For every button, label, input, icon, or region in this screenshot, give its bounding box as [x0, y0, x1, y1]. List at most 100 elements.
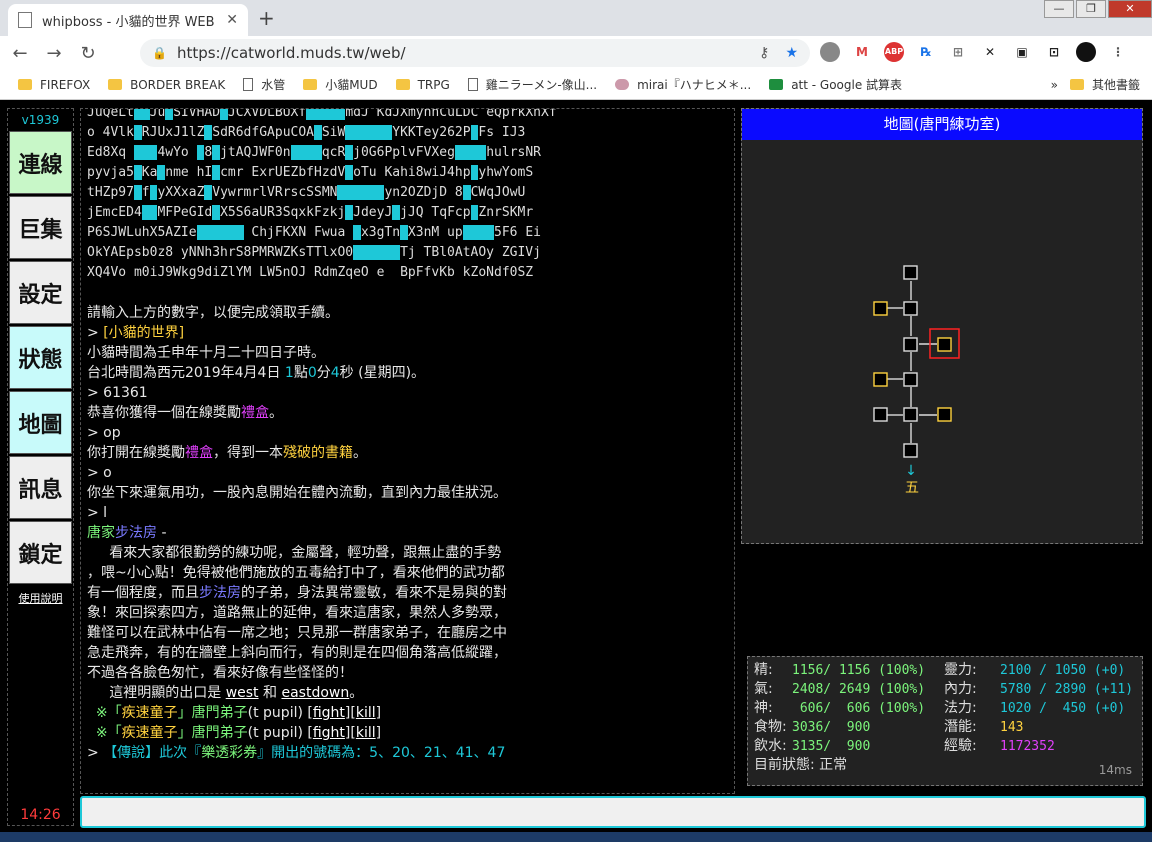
- bookmark-trpg[interactable]: TRPG: [395, 78, 450, 92]
- bookmark-border-break[interactable]: BORDER BREAK: [108, 78, 225, 92]
- down-exit-label: 五: [905, 480, 919, 496]
- console-line: 難怪可以在武林中佔有一席之地；只見那一群唐家弟子，在廳房之中: [87, 623, 734, 643]
- bookmark-firefox[interactable]: FIREFOX: [18, 78, 90, 92]
- command-input[interactable]: [82, 798, 1144, 826]
- restore-button[interactable]: ❐: [1076, 0, 1106, 18]
- minimize-button[interactable]: —: [1044, 0, 1074, 18]
- bookmark-catmud[interactable]: 小貓MUD: [303, 76, 378, 93]
- console-text: f: [141, 185, 150, 200]
- console-text: XQ4Vo m0iJ9Wkg9diZlYM LW5nOJ RdmZqeO e B…: [87, 265, 534, 280]
- x-extension-icon[interactable]: ✕: [980, 42, 1000, 62]
- forward-button[interactable]: →: [40, 43, 68, 64]
- browser-tab[interactable]: whipboss - 小貓的世界 WEB ✕: [8, 4, 248, 36]
- console-text: nme hI: [165, 165, 213, 180]
- stat-row: 飲水: 3135/ 900 經驗: 1172352: [754, 737, 1142, 756]
- sidebar-item-connect[interactable]: 連線: [9, 131, 72, 194]
- console-text: Ka: [141, 165, 158, 180]
- bookmark-ramen[interactable]: 雞ニラーメン-像山...: [467, 76, 597, 93]
- console-line: 請輸入上方的數字，以便完成領取手續。: [87, 303, 734, 323]
- console-text: 。: [349, 685, 364, 701]
- bookmark-mirai[interactable]: mirai『ハナヒメ＊...: [615, 76, 751, 93]
- url-text: https://catworld.muds.tw/web/: [176, 44, 406, 62]
- captcha-line: JuQeLt Ju SIVHAD JCXVDLBUXf mdJ KdJXmynn…: [87, 108, 734, 123]
- sidebar-item-settings[interactable]: 設定: [9, 261, 72, 324]
- console-text: SIVHAD: [173, 108, 221, 120]
- rx-extension-icon[interactable]: ℞: [916, 42, 936, 62]
- console-text: 1: [284, 365, 294, 381]
- bookmark-water[interactable]: 水管: [243, 76, 285, 93]
- adblock-extension-icon[interactable]: ABP: [884, 42, 904, 62]
- console-link[interactable]: fight: [313, 725, 345, 741]
- map-room: [903, 443, 918, 458]
- console-text: ChjFKXN Fwua: [243, 225, 354, 240]
- page-favicon-icon: [18, 12, 32, 28]
- sidebar-item-lock[interactable]: 鎖定: [9, 521, 72, 584]
- console-line: ※「疾速童子」唐門弟子(t pupil) [fight][kill]: [87, 703, 734, 723]
- console-text: [212, 145, 221, 160]
- profile-avatar[interactable]: [1076, 42, 1096, 62]
- console-text: Tj TBl0AtAOy ZGIVj: [400, 245, 541, 260]
- more-bookmarks-button[interactable]: »: [1051, 78, 1058, 92]
- extension-chat-icon[interactable]: [820, 42, 840, 62]
- console-text: yhwYomS: [478, 165, 534, 180]
- sidebar-item-macro[interactable]: 巨集: [9, 196, 72, 259]
- stat-label: 神:: [754, 700, 773, 716]
- sidebar-item-messages[interactable]: 訊息: [9, 456, 72, 519]
- other-bookmarks[interactable]: 其他書籤: [1069, 76, 1140, 93]
- help-link[interactable]: 使用說明: [8, 590, 73, 606]
- lock-icon: 🔒: [152, 46, 167, 60]
- console-text: ]: [375, 725, 382, 741]
- gmail-extension-icon[interactable]: M: [852, 42, 872, 62]
- console-text: [345, 125, 393, 140]
- console-line: 你坐下來運氣用功，一股內息開始在體內流動，直到內力最佳狀況。: [87, 483, 734, 503]
- console-line: 看來大家都很勤勞的練功呢，金屬聲，輕功聲，跟無止盡的手勢: [87, 543, 734, 563]
- console-line: 有一個程度，而且步法房的子弟，身法異常靈敏，看來不是易與的對: [87, 583, 734, 603]
- grid-extension-icon[interactable]: ⊞: [948, 42, 968, 62]
- console-text: 難怪可以在武林中佔有一席之地；只見那一群唐家弟子，在廳房之中: [87, 625, 507, 641]
- console-line: 你打開在線獎勵禮盒，得到一本殘破的書籍。: [87, 443, 734, 463]
- close-window-button[interactable]: ✕: [1108, 0, 1152, 18]
- media-extension-icon[interactable]: ▣: [1012, 42, 1032, 62]
- console-text: 不過各各臉色匆忙，看來好像有些怪怪的！: [87, 665, 353, 681]
- key-icon[interactable]: ⚷: [759, 45, 769, 61]
- folder-icon: [18, 79, 32, 90]
- bookmark-sheet[interactable]: att - Google 試算表: [769, 76, 902, 93]
- avatar-icon: [615, 79, 630, 90]
- console-text: [196, 225, 244, 240]
- console-text: VywrmrlVRrscSSMN: [212, 185, 338, 200]
- console-text: 這裡明顯的出口是: [87, 685, 226, 701]
- console-line: > l: [87, 503, 734, 523]
- stat-value: 1172352: [1000, 739, 1055, 754]
- console-text: cmr ExrUEZbfHzdV: [220, 165, 346, 180]
- console-line: 不過各各臉色匆忙，看來好像有些怪怪的！: [87, 663, 734, 683]
- map-room-special: [937, 407, 952, 422]
- console-text: 疾速童子: [121, 725, 178, 741]
- address-bar[interactable]: 🔒 https://catworld.muds.tw/web/ ⚷ ★: [140, 39, 810, 67]
- console-link[interactable]: eastdown: [281, 685, 349, 701]
- stat-value: 606/ 606 (100%): [792, 701, 926, 716]
- stat-value: 2100 / 1050 (+0): [1000, 663, 1126, 678]
- bookmark-star-icon[interactable]: ★: [785, 45, 798, 61]
- console-text: [392, 205, 401, 220]
- console-text: [306, 109, 346, 120]
- reload-button[interactable]: ↻: [74, 43, 102, 64]
- sidebar-item-map[interactable]: 地圖: [9, 391, 72, 454]
- console-text: ，喂~小心點！免得被他們施放的五毒給打中了，看來他們的武功都: [87, 565, 505, 581]
- close-tab-icon[interactable]: ✕: [226, 12, 238, 28]
- stat-value: 2408/ 2649 (100%): [792, 682, 926, 697]
- back-button[interactable]: ←: [6, 43, 34, 64]
- menu-kebab-icon[interactable]: ⋮: [1108, 42, 1128, 62]
- console-link[interactable]: kill: [356, 725, 376, 741]
- captcha-line: jEmcED4 MFPeGId X5S6aUR3SqxkFzkj JdeyJ j…: [87, 203, 734, 223]
- console-link[interactable]: fight: [313, 705, 345, 721]
- console-link[interactable]: west: [226, 685, 259, 701]
- sidebar-item-status[interactable]: 狀態: [9, 326, 72, 389]
- new-tab-button[interactable]: +: [258, 6, 275, 30]
- console-text: ]: [375, 705, 382, 721]
- console-text: 5F6 Ei: [494, 225, 541, 240]
- console-text: CWqJOwU: [470, 185, 526, 200]
- captcha-line: OkYAEpsb0z8 yNNh3hrS8PMRWZKsTTlxO0 Tj TB…: [87, 243, 734, 263]
- box-extension-icon[interactable]: ⊡: [1044, 42, 1064, 62]
- console-link[interactable]: kill: [356, 705, 376, 721]
